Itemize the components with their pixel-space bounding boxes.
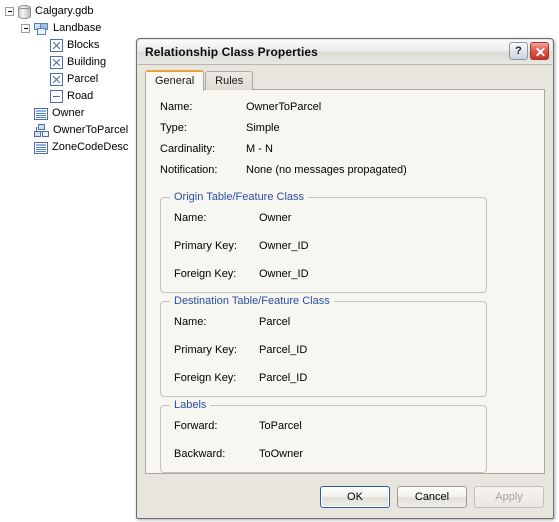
- tree-item-label: OwnerToParcel: [53, 124, 129, 136]
- tab-general[interactable]: General: [145, 70, 205, 91]
- destination-name-value: Parcel: [259, 316, 291, 328]
- label-backward-row: Backward: ToOwner: [174, 448, 303, 460]
- cancel-button-label: Cancel: [414, 491, 450, 503]
- origin-name-row: Name: Owner: [174, 212, 291, 224]
- labels-group-legend: Labels: [170, 399, 211, 411]
- tab-rules-label: Rules: [215, 75, 244, 87]
- label-backward-value: ToOwner: [259, 448, 304, 460]
- origin-foreign-key-value: Owner_ID: [259, 268, 309, 280]
- tree-item-landbase[interactable]: Landbase: [0, 20, 200, 37]
- labels-group: Labels Forward: ToParcel Backward: ToOwn…: [160, 399, 487, 473]
- origin-table-group-legend: Origin Table/Feature Class: [170, 191, 309, 203]
- destination-name-label: Name:: [174, 316, 207, 328]
- tab-rules[interactable]: Rules: [205, 71, 254, 90]
- field-type-value: Simple: [246, 122, 280, 134]
- destination-foreign-key-label: Foreign Key:: [174, 372, 237, 384]
- dialog-title: Relationship Class Properties: [145, 45, 318, 59]
- field-name-value: OwnerToParcel: [246, 101, 322, 113]
- title-bar-buttons[interactable]: ?: [509, 42, 549, 60]
- apply-button: Apply: [474, 486, 544, 508]
- tree-item-label: Calgary.gdb: [35, 5, 94, 17]
- destination-table-group-legend: Destination Table/Feature Class: [170, 295, 334, 307]
- tree-item-label: Landbase: [53, 22, 102, 34]
- origin-foreign-key-label: Foreign Key:: [174, 268, 237, 280]
- field-type: Type: Simple: [160, 122, 530, 134]
- relationship-class-properties-dialog[interactable]: Relationship Class Properties ? General …: [136, 38, 554, 519]
- field-cardinality: Cardinality: M - N: [160, 143, 530, 155]
- label-forward-row: Forward: ToParcel: [174, 420, 302, 432]
- relationship-class-icon: [34, 123, 49, 138]
- origin-name-value: Owner: [259, 212, 292, 224]
- ok-button-label: OK: [347, 491, 363, 503]
- line-feature-class-icon: [50, 90, 63, 103]
- field-name: Name: OwnerToParcel: [160, 101, 530, 113]
- feature-class-icon: [50, 73, 63, 86]
- field-notification-value: None (no messages propagated): [246, 164, 407, 176]
- field-notification: Notification: None (no messages propagat…: [160, 164, 530, 176]
- destination-primary-key-row: Primary Key: Parcel_ID: [174, 344, 307, 356]
- origin-name-label: Name:: [174, 212, 207, 224]
- tab-strip[interactable]: General Rules: [145, 70, 254, 91]
- destination-foreign-key-value: Parcel_ID: [259, 372, 308, 384]
- tree-expander[interactable]: [21, 24, 30, 33]
- tree-item-label: Parcel: [67, 73, 99, 85]
- destination-table-group: Destination Table/Feature Class Name: Pa…: [160, 295, 487, 397]
- tree-item-label: Road: [67, 90, 94, 102]
- field-cardinality-label: Cardinality:: [160, 143, 216, 155]
- destination-primary-key-value: Parcel_ID: [259, 344, 308, 356]
- label-forward-value: ToParcel: [259, 420, 302, 432]
- field-cardinality-value: M - N: [246, 143, 273, 155]
- field-notification-label: Notification:: [160, 164, 218, 176]
- help-icon-glyph: ?: [515, 45, 522, 57]
- tree-item-label: ZoneCodeDesc: [52, 141, 129, 153]
- origin-foreign-key-row: Foreign Key: Owner_ID: [174, 268, 309, 280]
- geodatabase-icon: [18, 4, 31, 19]
- ok-button[interactable]: OK: [320, 486, 390, 508]
- feature-class-icon: [50, 56, 63, 69]
- tree-item-label: Building: [67, 56, 107, 68]
- origin-primary-key-row: Primary Key: Owner_ID: [174, 240, 309, 252]
- label-forward-label: Forward:: [174, 420, 218, 432]
- tree-item-label: Blocks: [67, 39, 100, 51]
- general-tab-panel: Name: OwnerToParcel Type: Simple Cardina…: [145, 89, 545, 474]
- help-icon[interactable]: ?: [509, 42, 528, 60]
- table-icon: [34, 141, 48, 154]
- origin-table-group: Origin Table/Feature Class Name: Owner P…: [160, 191, 487, 293]
- feature-dataset-icon: [34, 22, 49, 36]
- apply-button-label: Apply: [495, 491, 523, 503]
- field-type-label: Type:: [160, 122, 187, 134]
- destination-foreign-key-row: Foreign Key: Parcel_ID: [174, 372, 307, 384]
- origin-primary-key-label: Primary Key:: [174, 240, 237, 252]
- tab-general-label: General: [155, 75, 195, 87]
- destination-primary-key-label: Primary Key:: [174, 344, 237, 356]
- feature-class-icon: [50, 39, 63, 52]
- close-icon[interactable]: [530, 42, 549, 60]
- destination-name-row: Name: Parcel: [174, 316, 290, 328]
- tree-expander[interactable]: [5, 7, 14, 16]
- table-icon: [34, 107, 48, 120]
- dialog-button-row[interactable]: OK Cancel Apply: [320, 486, 544, 508]
- tree-item-calgary-gdb[interactable]: Calgary.gdb: [0, 3, 200, 20]
- origin-primary-key-value: Owner_ID: [259, 240, 309, 252]
- dialog-title-bar[interactable]: Relationship Class Properties ?: [138, 40, 552, 65]
- cancel-button[interactable]: Cancel: [397, 486, 467, 508]
- label-backward-label: Backward:: [174, 448, 226, 460]
- tree-item-label: Owner: [52, 107, 85, 119]
- field-name-label: Name:: [160, 101, 193, 113]
